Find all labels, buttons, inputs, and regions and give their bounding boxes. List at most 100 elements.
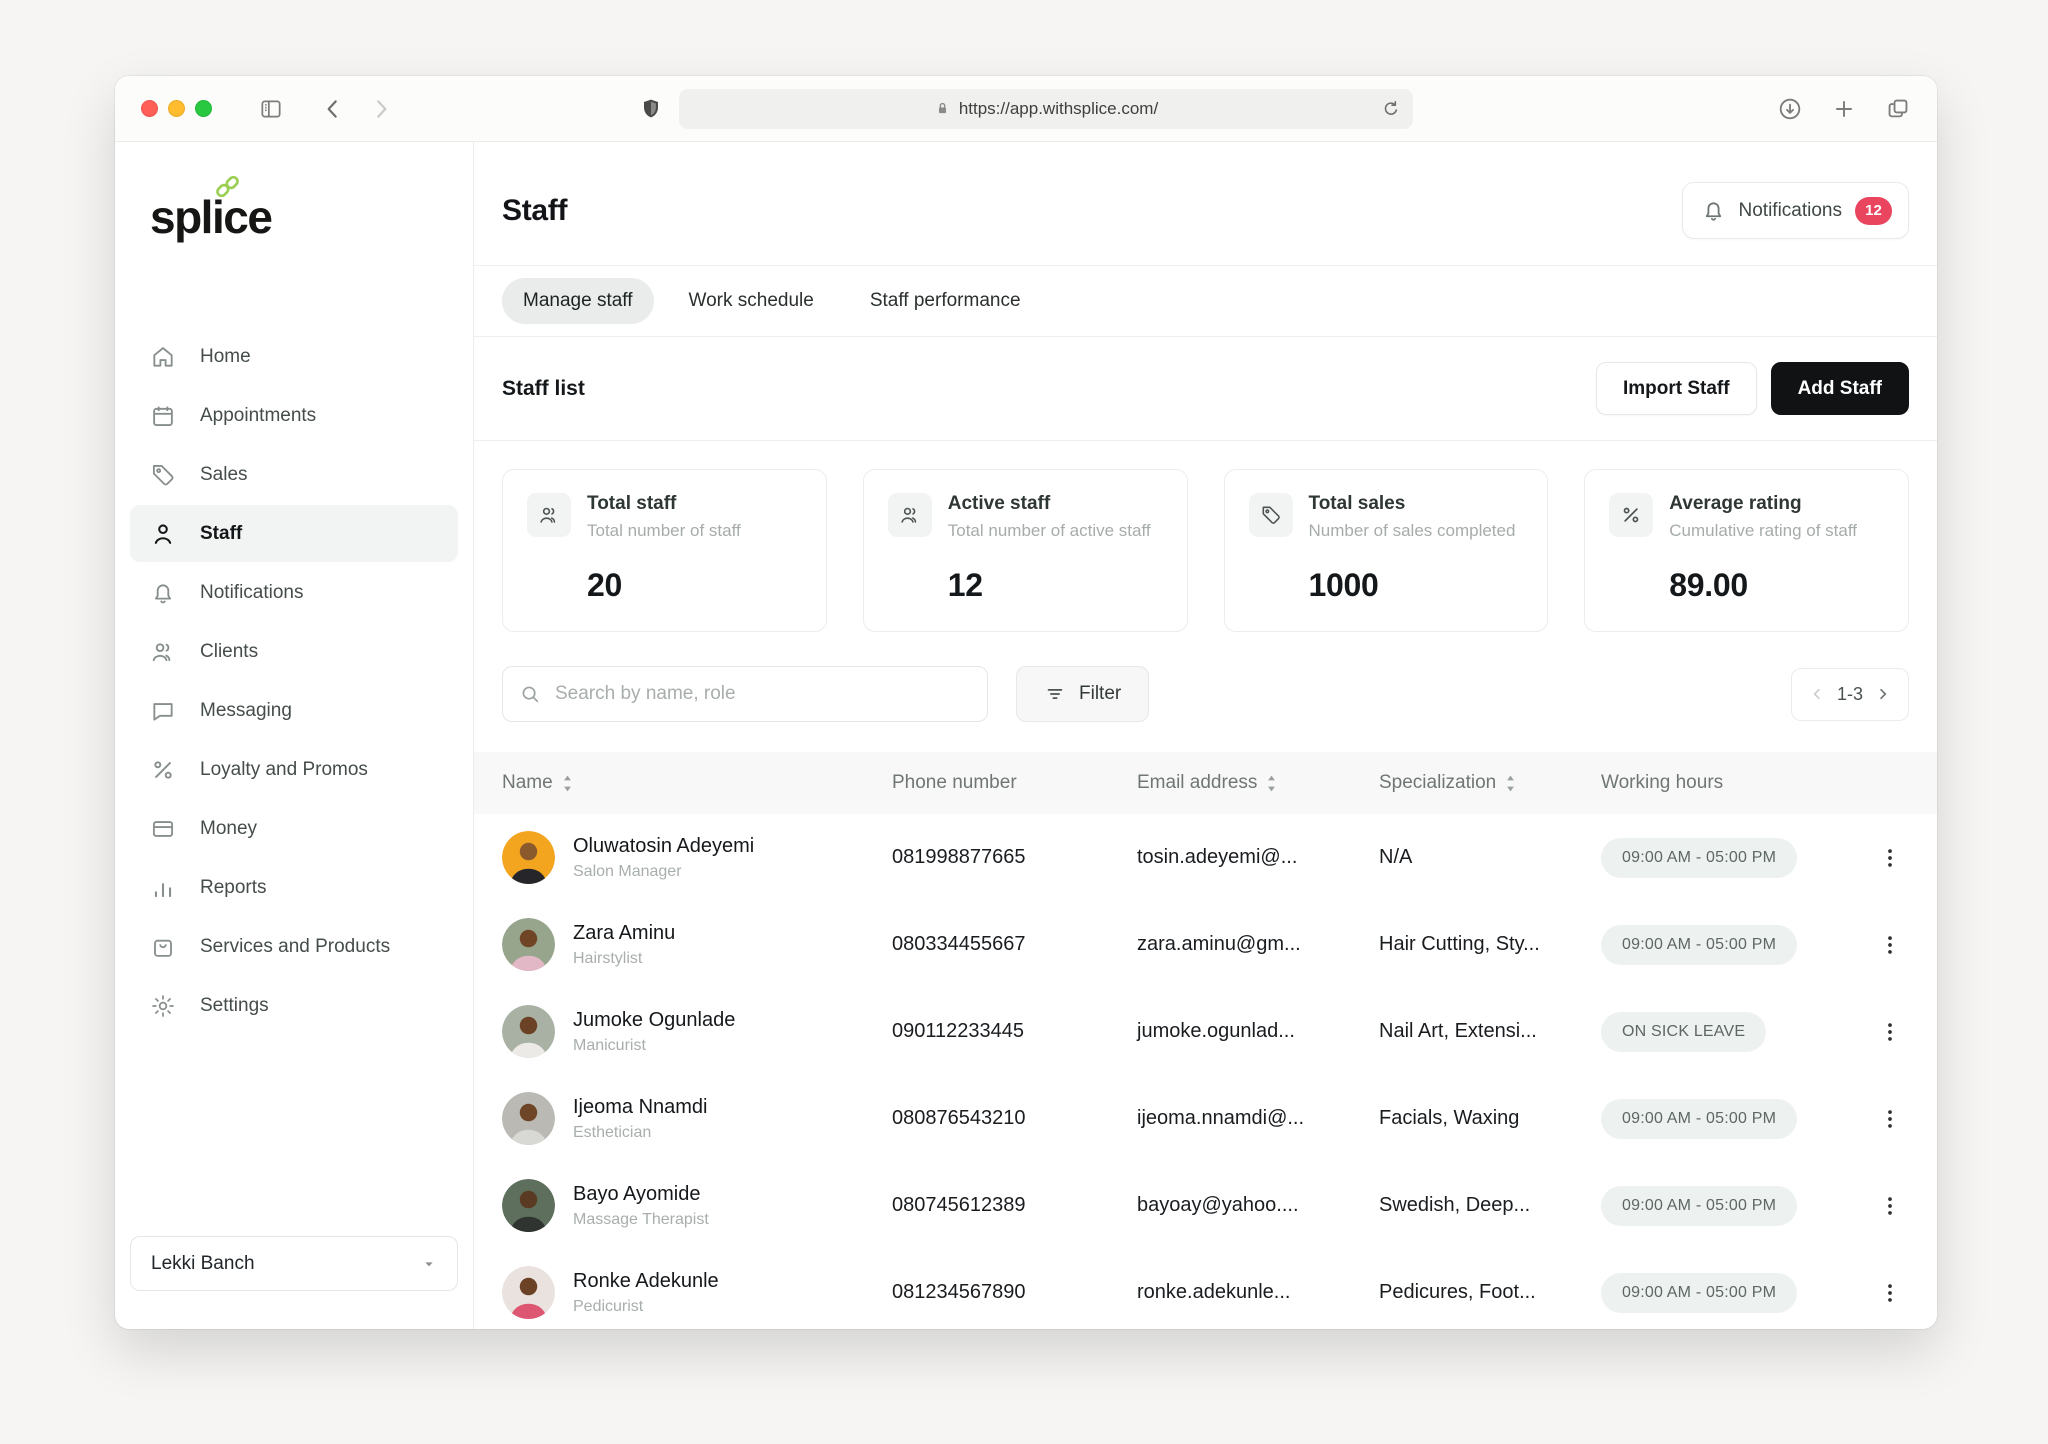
gear-icon bbox=[150, 993, 176, 1019]
percent-icon bbox=[150, 757, 176, 783]
address-bar[interactable]: https://app.withsplice.com/ bbox=[679, 89, 1413, 129]
tab-overview-icon[interactable] bbox=[1885, 96, 1911, 122]
sidebar-toggle-icon[interactable] bbox=[258, 96, 284, 122]
table-header: Name Phone number Email addressSpecializat… bbox=[474, 752, 1937, 814]
filter-icon bbox=[1044, 683, 1066, 705]
sidebar-item-appointments[interactable]: Appointments bbox=[130, 387, 458, 444]
working-hours-badge: 09:00 AM - 05:00 PM bbox=[1601, 1273, 1797, 1313]
staff-phone: 090112233445 bbox=[892, 1020, 1137, 1043]
working-hours-badge: 09:00 AM - 05:00 PM bbox=[1601, 838, 1797, 878]
user-icon bbox=[150, 521, 176, 547]
stat-card-title: Active staff bbox=[948, 493, 1151, 515]
stat-card-title: Average rating bbox=[1669, 493, 1857, 515]
close-window-button[interactable] bbox=[141, 100, 158, 117]
column-label: Phone number bbox=[892, 772, 1017, 794]
staff-email: bayoay@yahoo.... bbox=[1137, 1194, 1379, 1217]
privacy-shield-icon[interactable] bbox=[639, 97, 663, 121]
table-row: Jumoke OgunladeManicurist090112233445jum… bbox=[474, 988, 1937, 1075]
staff-phone: 080334455667 bbox=[892, 933, 1137, 956]
notifications-button[interactable]: Notifications 12 bbox=[1682, 182, 1910, 239]
staff-specialization: Pedicures, Foot... bbox=[1379, 1281, 1601, 1304]
column-header-specialization[interactable]: Specialization bbox=[1379, 772, 1601, 794]
browser-chrome: https://app.withsplice.com/ bbox=[115, 76, 1937, 142]
tab-work-schedule[interactable]: Work schedule bbox=[668, 278, 835, 324]
sort-icon bbox=[1504, 774, 1517, 793]
sidebar-item-label: Settings bbox=[200, 995, 269, 1017]
bag-icon bbox=[150, 934, 176, 960]
sidebar-item-money[interactable]: Money bbox=[130, 800, 458, 857]
staff-email: tosin.adeyemi@... bbox=[1137, 846, 1379, 869]
lock-icon bbox=[934, 100, 951, 117]
import-staff-button[interactable]: Import Staff bbox=[1596, 362, 1757, 415]
splice-logo: splice bbox=[150, 190, 271, 244]
working-hours-badge: 09:00 AM - 05:00 PM bbox=[1601, 925, 1797, 965]
staff-avatar bbox=[502, 1179, 555, 1232]
browser-back-button[interactable] bbox=[320, 96, 346, 122]
sidebar-item-services-and-products[interactable]: Services and Products bbox=[130, 918, 458, 975]
bell-icon bbox=[1701, 198, 1726, 223]
staff-email: ijeoma.nnamdi@... bbox=[1137, 1107, 1379, 1130]
row-actions-button[interactable] bbox=[1877, 932, 1903, 958]
zoom-window-button[interactable] bbox=[195, 100, 212, 117]
stat-card-iconbox bbox=[1249, 493, 1293, 537]
row-actions-button[interactable] bbox=[1877, 1019, 1903, 1045]
filter-button[interactable]: Filter bbox=[1016, 666, 1149, 722]
sidebar-nav: HomeAppointments Sales StaffNotificationsC… bbox=[130, 328, 458, 1034]
sidebar-item-label: Messaging bbox=[200, 700, 292, 722]
tag-icon bbox=[1260, 504, 1282, 526]
browser-forward-button[interactable] bbox=[368, 96, 394, 122]
sidebar-item-label: Services and Products bbox=[200, 936, 390, 958]
stats-cards: Total staffTotal number of staff20 Active… bbox=[474, 441, 1937, 632]
tab-staff-performance[interactable]: Staff performance bbox=[849, 278, 1042, 324]
sidebar-item-label: Money bbox=[200, 818, 257, 840]
row-actions-button[interactable] bbox=[1877, 845, 1903, 871]
branch-selector-label: Lekki Banch bbox=[151, 1253, 255, 1275]
column-label: Name bbox=[502, 772, 553, 794]
sidebar-item-sales[interactable]: Sales bbox=[130, 446, 458, 503]
stat-card-average-rating: Average ratingCumulative rating of staff… bbox=[1584, 469, 1909, 632]
tab-manage-staff[interactable]: Manage staff bbox=[502, 278, 654, 324]
column-header-email-address[interactable]: Email address bbox=[1137, 772, 1379, 794]
sidebar-item-messaging[interactable]: Messaging bbox=[130, 682, 458, 739]
row-actions-button[interactable] bbox=[1877, 1280, 1903, 1306]
window-controls bbox=[141, 100, 212, 117]
sidebar-item-notifications[interactable]: Notifications bbox=[130, 564, 458, 621]
minimize-window-button[interactable] bbox=[168, 100, 185, 117]
stat-card-iconbox bbox=[1609, 493, 1653, 537]
staff-name: Jumoke Ogunlade bbox=[573, 1009, 735, 1032]
staff-avatar bbox=[502, 1266, 555, 1319]
staff-name: Bayo Ayomide bbox=[573, 1183, 709, 1206]
sidebar-item-home[interactable]: Home bbox=[130, 328, 458, 385]
splice-leaf-icon bbox=[212, 171, 242, 201]
sidebar-item-settings[interactable]: Settings bbox=[130, 977, 458, 1034]
sidebar-item-reports[interactable]: Reports bbox=[130, 859, 458, 916]
staff-avatar bbox=[502, 1092, 555, 1145]
branch-selector[interactable]: Lekki Banch bbox=[130, 1236, 458, 1291]
staff-role: Esthetician bbox=[573, 1124, 708, 1142]
sidebar-item-staff[interactable]: Staff bbox=[130, 505, 458, 562]
staff-phone: 080876543210 bbox=[892, 1107, 1137, 1130]
reload-icon[interactable] bbox=[1381, 99, 1401, 119]
column-header-name[interactable]: Name bbox=[502, 772, 892, 794]
stat-card-total-staff: Total staffTotal number of staff20 bbox=[502, 469, 827, 632]
new-tab-icon[interactable] bbox=[1831, 96, 1857, 122]
stat-card-iconbox bbox=[527, 493, 571, 537]
staff-role: Massage Therapist bbox=[573, 1211, 709, 1229]
staff-phone: 081234567890 bbox=[892, 1281, 1137, 1304]
staff-email: jumoke.ogunlad... bbox=[1137, 1020, 1379, 1043]
sidebar-item-clients[interactable]: Clients bbox=[130, 623, 458, 680]
notifications-label: Notifications bbox=[1739, 200, 1843, 222]
pagination-next-icon[interactable] bbox=[1875, 686, 1891, 702]
stat-card-subtitle: Number of sales completed bbox=[1309, 521, 1516, 541]
sidebar-item-loyalty-and-promos[interactable]: Loyalty and Promos bbox=[130, 741, 458, 798]
search-input[interactable] bbox=[502, 666, 988, 722]
table-row: Ronke AdekunlePedicurist081234567890ronk… bbox=[474, 1249, 1937, 1329]
pagination-prev-icon[interactable] bbox=[1809, 686, 1825, 702]
row-actions-button[interactable] bbox=[1877, 1106, 1903, 1132]
row-actions-button[interactable] bbox=[1877, 1193, 1903, 1219]
sidebar-item-label: Sales bbox=[200, 464, 248, 486]
sidebar-item-label: Reports bbox=[200, 877, 267, 899]
downloads-icon[interactable] bbox=[1777, 96, 1803, 122]
add-staff-button[interactable]: Add Staff bbox=[1771, 362, 1909, 415]
tabs: Manage staff Work schedule Staff performan… bbox=[474, 266, 1937, 337]
